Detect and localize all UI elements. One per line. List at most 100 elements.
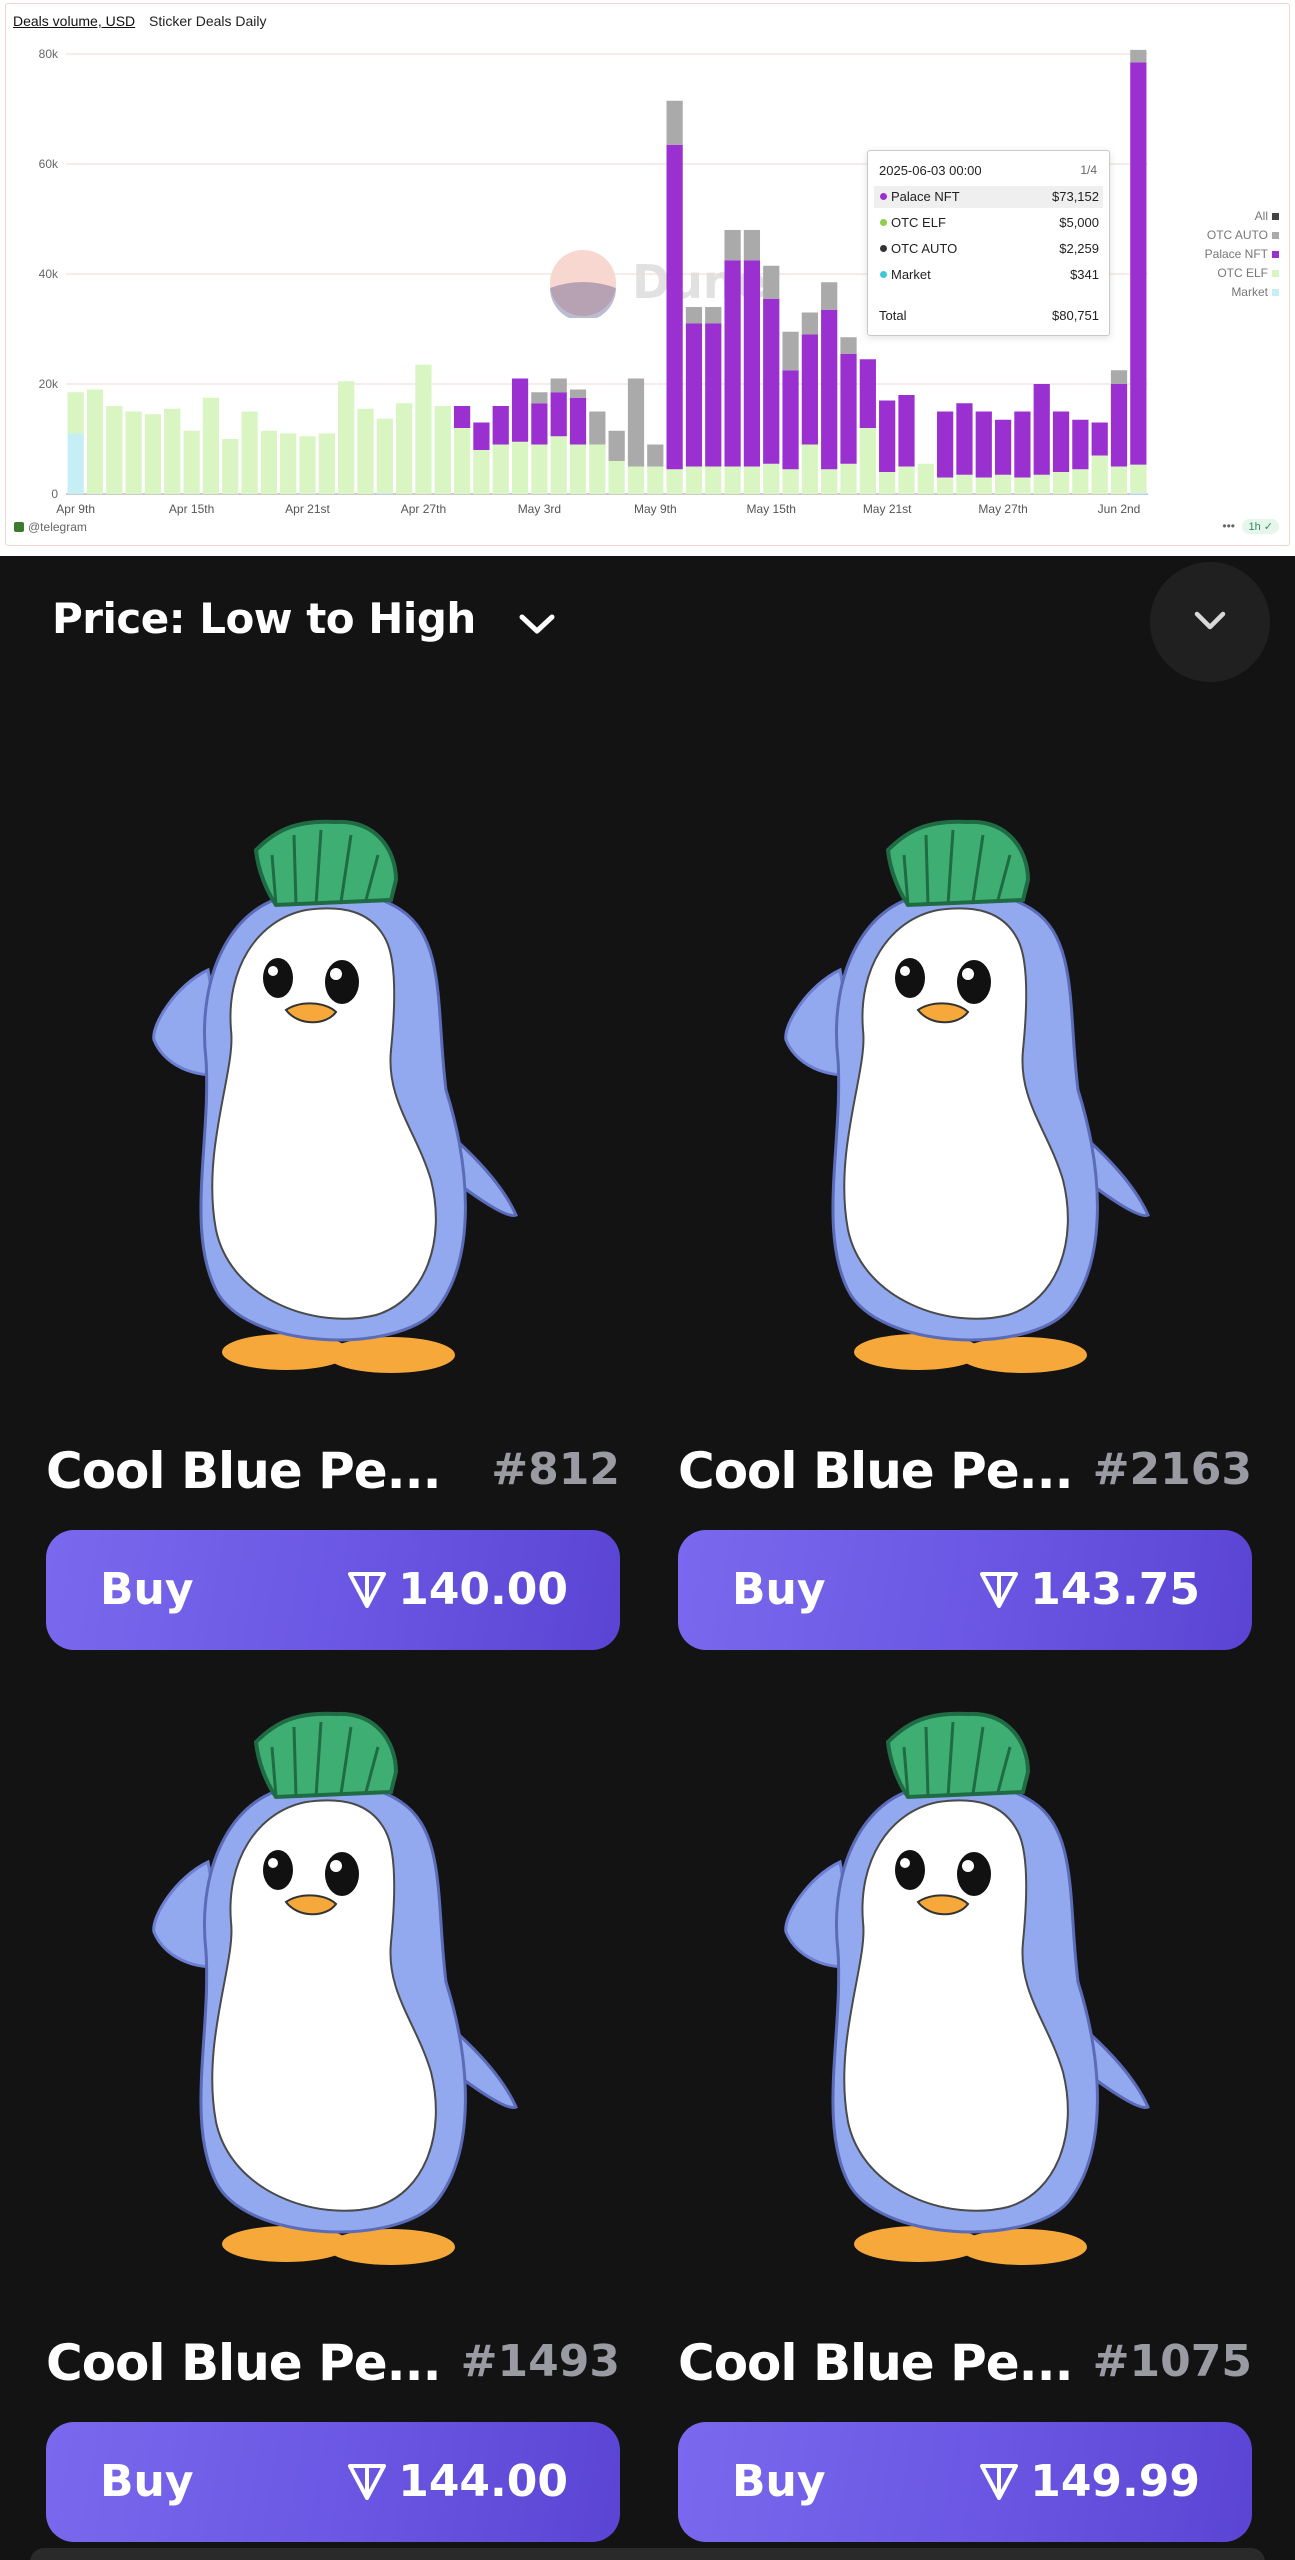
bar-segment	[898, 466, 915, 494]
tooltip-total: Total $80,751	[879, 308, 1099, 323]
legend-swatch	[1272, 270, 1279, 278]
refresh-badge[interactable]: 1h ✓	[1242, 519, 1279, 534]
nft-card[interactable]: Cool Blue Pe... #812 Buy 140.00	[46, 800, 620, 1660]
x-tick-label: Apr 27th	[401, 502, 446, 516]
bar-segment	[685, 323, 703, 467]
chevron-down-icon	[1194, 611, 1226, 630]
y-tick-label: 0	[51, 487, 58, 501]
more-options-icon[interactable]: •••	[1222, 519, 1235, 533]
bar-segment	[1110, 370, 1128, 384]
bar-segment	[666, 100, 683, 145]
x-tick-label: May 21st	[863, 502, 912, 516]
bar-segment	[106, 406, 123, 494]
bar-segment	[705, 307, 722, 324]
nft-number: #812	[491, 1444, 620, 1495]
bar-segment	[492, 444, 509, 494]
bar-segment	[1052, 411, 1070, 472]
bar-segment	[685, 466, 703, 494]
tooltip-total-value: $80,751	[1052, 308, 1099, 323]
legend-item[interactable]: OTC ELF	[1205, 264, 1279, 283]
tooltip-row: OTC ELF $5,000	[874, 212, 1103, 234]
bar-segment	[743, 230, 761, 261]
bar-segment	[1033, 474, 1050, 494]
buy-button[interactable]: Buy 144.00	[46, 2422, 620, 2542]
bar-segment	[685, 307, 703, 324]
bar-segment	[376, 492, 393, 494]
bar-segment	[801, 312, 818, 335]
nft-card[interactable]: Cool Blue Pe... #2163 Buy 143.75	[678, 800, 1252, 1660]
legend-swatch	[1272, 232, 1279, 240]
legend-item[interactable]: OTC AUTO	[1205, 226, 1279, 245]
y-tick-label: 80k	[39, 47, 59, 61]
legend-item[interactable]: Palace NFT	[1205, 245, 1279, 264]
bar-segment	[840, 337, 857, 354]
bottom-sheet-edge	[30, 2548, 1265, 2560]
bar-segment	[898, 395, 915, 467]
bar-segment	[202, 397, 220, 494]
collapse-button[interactable]	[1150, 562, 1270, 682]
nft-number: #1493	[460, 2336, 620, 2387]
tooltip-date: 2025-06-03 00:00	[879, 163, 982, 178]
tooltip-row-name: Market	[891, 267, 931, 282]
bar-segment	[937, 477, 954, 494]
bar-segment	[453, 428, 471, 494]
bar-segment	[531, 444, 548, 494]
legend-swatch	[1272, 213, 1279, 221]
x-tick-label: May 3rd	[518, 502, 561, 516]
legend-swatch	[1272, 289, 1279, 297]
bar-segment	[956, 474, 973, 494]
bar-segment	[608, 430, 625, 461]
bar-segment	[821, 309, 838, 470]
nft-title: Cool Blue Pe...	[46, 1442, 442, 1500]
bar-segment	[1091, 422, 1108, 456]
bar-segment	[994, 474, 1012, 494]
legend-item[interactable]: All	[1205, 207, 1279, 226]
tooltip-row-value: $5,000	[1059, 215, 1099, 230]
nft-card[interactable]: Cool Blue Pe... #1075 Buy 149.99	[678, 1692, 1252, 2552]
legend-item[interactable]: Market	[1205, 283, 1279, 302]
price-value: 149.99	[1030, 2456, 1200, 2507]
bar-segment	[937, 411, 954, 478]
penguin-sticker-image	[152, 819, 518, 1373]
bar-segment	[840, 353, 857, 464]
bar-segment	[763, 463, 780, 494]
tooltip-row-value: $2,259	[1059, 241, 1099, 256]
tooltip-dot	[880, 271, 887, 278]
bar-segment	[144, 414, 162, 494]
bar-segment	[647, 444, 664, 467]
price-value: 140.00	[398, 1564, 568, 1615]
y-tick-label: 20k	[39, 377, 59, 391]
bar-segment	[840, 463, 857, 494]
buy-button[interactable]: Buy 140.00	[46, 1530, 620, 1650]
bar-segment	[1110, 466, 1128, 494]
x-tick-label: Apr 15th	[169, 502, 214, 516]
tooltip-dot	[880, 193, 887, 200]
bar-segment	[821, 469, 838, 494]
nft-title: Cool Blue Pe...	[46, 2334, 442, 2392]
bar-segment	[376, 418, 393, 493]
bar-segment	[453, 406, 471, 428]
bar-segment	[550, 436, 567, 494]
tooltip-row: OTC AUTO $2,259	[874, 238, 1103, 260]
buy-button[interactable]: Buy 143.75	[678, 1530, 1252, 1650]
price-value: 144.00	[398, 2456, 568, 2507]
bar-segment	[956, 403, 973, 475]
bar-segment	[338, 381, 355, 494]
legend-label: Market	[1231, 285, 1268, 299]
ton-icon	[348, 1572, 386, 1608]
bar-segment	[125, 411, 142, 494]
chevron-down-icon[interactable]	[518, 612, 556, 636]
bar-segment	[917, 463, 934, 494]
bar-segment	[473, 450, 490, 494]
nft-card[interactable]: Cool Blue Pe... #1493 Buy 144.00	[46, 1692, 620, 2552]
buy-label: Buy	[100, 2456, 194, 2507]
bar-segment	[67, 392, 84, 434]
tooltip-row-value: $341	[1070, 267, 1099, 282]
bar-segment	[589, 411, 606, 445]
tooltip-row: Market $341	[874, 264, 1103, 286]
buy-button[interactable]: Buy 149.99	[678, 2422, 1252, 2542]
sort-dropdown-label[interactable]: Price: Low to High	[52, 594, 476, 643]
bar-segment	[782, 469, 799, 494]
tooltip-row: Palace NFT $73,152	[874, 186, 1103, 208]
bar-segment	[569, 389, 587, 398]
